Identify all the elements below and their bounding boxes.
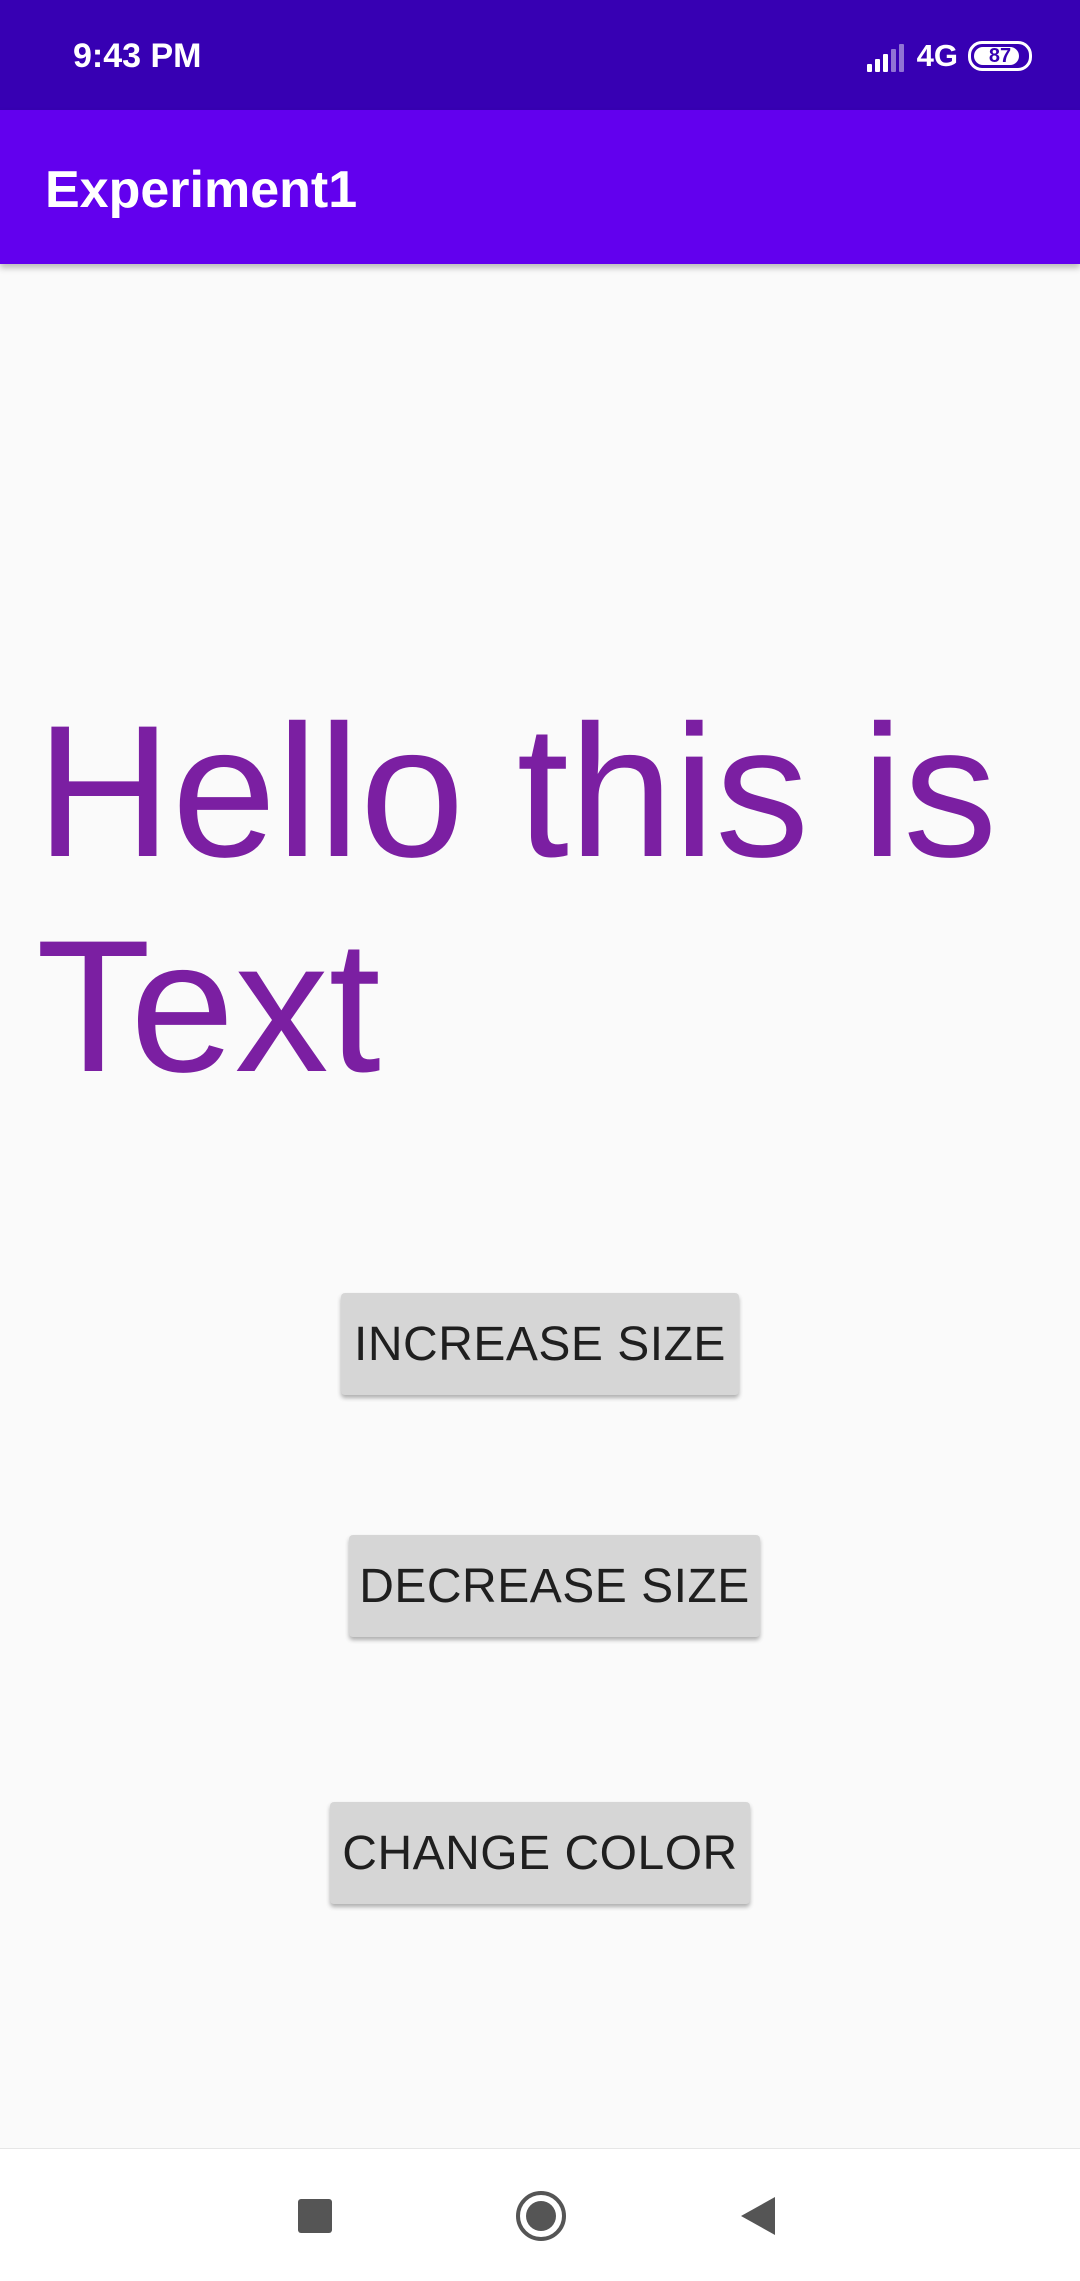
signal-bar [866,64,872,72]
battery-level-label: 87 [988,45,1012,67]
signal-bar [898,44,904,72]
battery-icon: 87 [968,41,1032,71]
display-text: Hello this is Text [36,686,998,1111]
home-circle-inner [526,2201,556,2231]
main-content: Hello this is Text INCREASE SIZE DECREAS… [0,264,1080,2148]
status-bar: 9:43 PM 4G 87 [0,0,1080,110]
signal-bar [882,54,888,72]
network-type-label: 4G [916,38,958,73]
status-time: 9:43 PM [73,37,202,75]
status-icons: 4G 87 [866,36,1032,76]
signal-bar [874,59,880,72]
home-circle-icon[interactable] [516,2191,566,2241]
back-triangle-icon[interactable] [741,2197,775,2235]
signal-bar [890,49,896,72]
recents-square-icon[interactable] [298,2199,332,2233]
app-title: Experiment1 [45,161,358,219]
signal-strength-icon [866,40,907,72]
navigation-bar [0,2148,1080,2281]
change-color-button[interactable]: CHANGE COLOR [330,1802,750,1904]
increase-size-button[interactable]: INCREASE SIZE [341,1293,739,1395]
decrease-size-button[interactable]: DECREASE SIZE [349,1535,760,1637]
app-bar: Experiment1 [0,110,1080,264]
